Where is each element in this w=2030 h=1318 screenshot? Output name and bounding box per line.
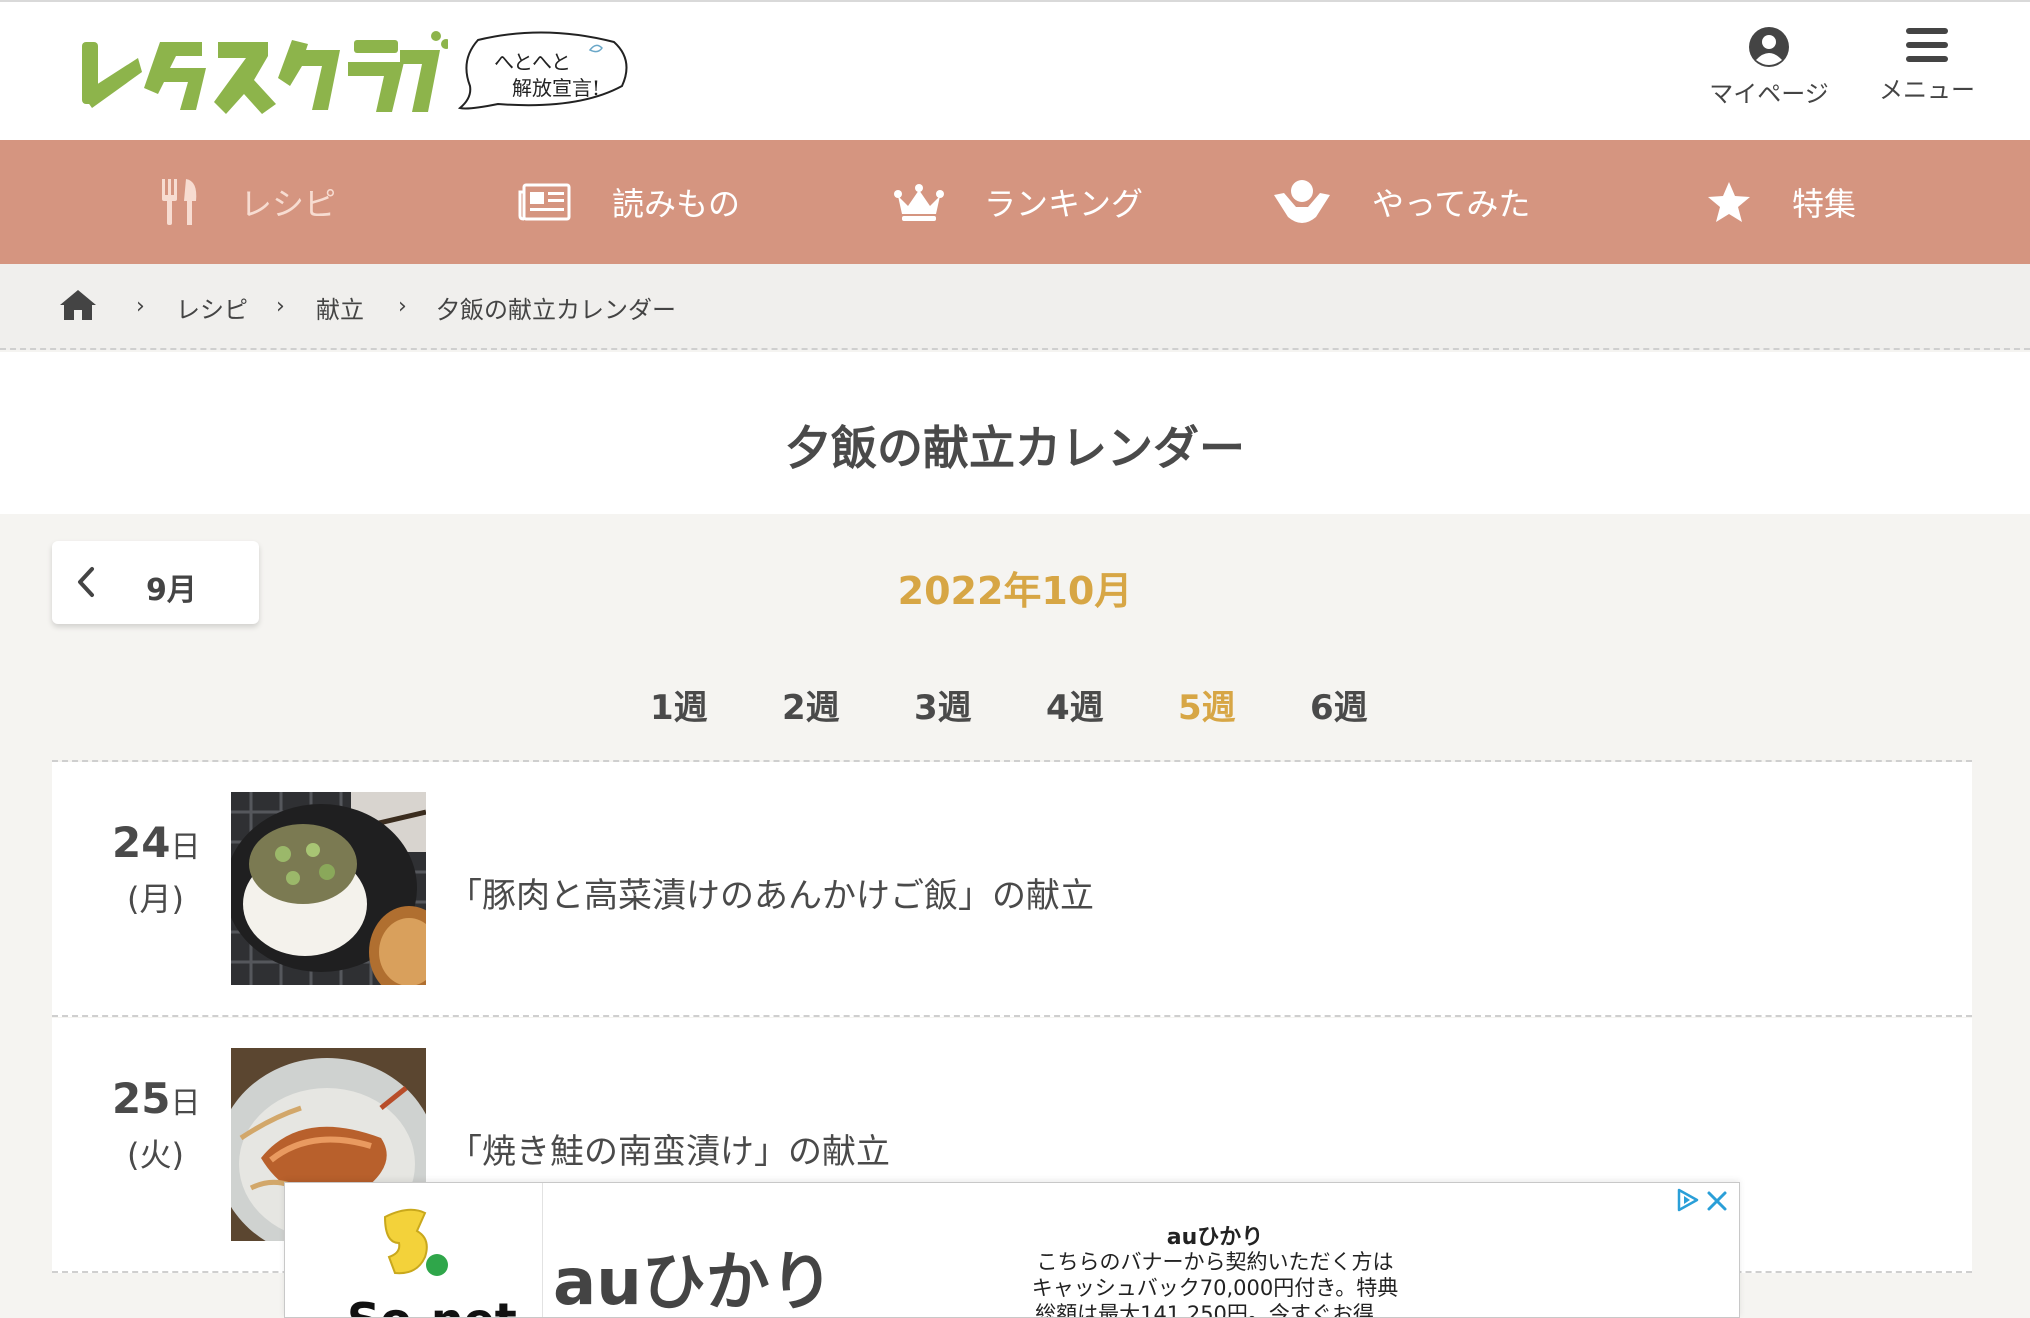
ad-description: こちらのバナーから契約いただく方は キャッシュバック70,000円付き。特典 総… [945,1249,1485,1318]
nav-item-recipe[interactable]: レシピ [160,140,336,264]
lettuce-club-logo-mark [82,31,451,114]
ad-banner[interactable]: So-net auひかり auひかり こちらのバナーから契約いただく方は キャッ… [284,1182,1740,1318]
ad-title: auひかり [1166,1225,1264,1250]
hamburger-menu-icon [1906,28,1948,62]
fork-knife-icon [162,179,197,225]
tab-week-5[interactable]: 5週 [1178,680,1236,729]
day-number-value: 25 [112,1074,171,1123]
nav-item-ranking[interactable]: ランキング [894,140,1143,264]
month-title: 2022年10月 [897,569,1133,613]
person-raising-hands-icon [1274,180,1330,223]
crown-icon [894,184,944,221]
day-weekday: (月) [127,880,184,918]
day-number-value: 24 [112,818,171,867]
tab-week-3[interactable]: 3週 [914,680,972,729]
day-weekday: (火) [127,1136,184,1174]
ad-brand: auひかり [553,1246,834,1318]
nav-item-label: 特集 [1792,185,1857,223]
star-icon [1708,182,1750,222]
nav-item-tried-it[interactable]: やってみた [1272,140,1530,264]
breadcrumb-separator-icon: › [276,294,285,319]
rice-bowl-photo [231,792,426,985]
menu-link[interactable]: 「豚肉と高菜漬けのあんかけご飯」の献立 [448,868,1094,917]
close-icon [1707,1191,1727,1211]
home-icon [60,290,96,320]
title-band: 夕飯の献立カレンダー [0,352,2030,514]
ad-description-line: こちらのバナーから契約いただく方は [1036,1250,1394,1274]
nav-item-feature[interactable]: 特集 [1706,140,1856,264]
day-suffix: 日 [170,830,201,865]
page-title: 夕飯の献立カレンダー [785,421,1245,475]
tab-week-2[interactable]: 2週 [782,680,840,729]
menu-label: メニュー [1879,76,1975,104]
nav-item-label: レシピ [240,185,337,223]
nav-item-articles[interactable]: 読みもの [518,140,740,264]
ad-description-line: 総額は最大141,250円。今すぐお得… [1035,1302,1395,1318]
breadcrumb-home[interactable] [58,288,98,326]
mypage-label: マイページ [1709,80,1829,108]
nav-item-label: 読みもの [612,185,741,223]
ad-logo: So-net [285,1183,543,1317]
breadcrumb-current: 夕飯の献立カレンダー [436,296,676,324]
tab-week-4[interactable]: 4週 [1046,680,1104,729]
tagline-line2: 解放宣言! [512,76,601,100]
tagline-line1: へとへと [494,50,571,74]
menu-link[interactable]: 「焼き鮭の南蛮漬け」の献立 [448,1124,890,1173]
day-number: 24日 [112,818,200,867]
nav-item-label: やってみた [1372,185,1531,223]
ad-close-button[interactable] [1705,1189,1729,1217]
nav-item-label: ランキング [984,185,1144,223]
ad-choices-icon [1677,1188,1699,1212]
tab-week-1[interactable]: 1週 [650,680,708,729]
day-suffix: 日 [170,1086,201,1121]
site-logo[interactable] [78,28,451,122]
breadcrumb: › レシピ › 献立 › 夕飯の献立カレンダー [0,264,2030,350]
day-number: 25日 [112,1074,200,1123]
breadcrumb-menu[interactable]: 献立 [316,290,364,325]
breadcrumb-separator-icon: › [398,294,407,319]
mypage-button[interactable]: マイページ [1704,26,1834,109]
ad-choices-button[interactable] [1675,1187,1701,1217]
breadcrumb-recipe[interactable]: レシピ [176,290,248,325]
tagline-bubble: へとへと 解放宣言! [458,30,630,112]
list-item[interactable]: 24日 (月) 「豚肉と高菜漬けのあんかけご飯」の献立 [52,762,1972,1017]
user-circle-icon [1749,27,1789,67]
ad-logo-text: So-net [347,1293,517,1317]
recipe-thumbnail[interactable] [231,792,426,985]
menu-button[interactable]: メニュー [1862,26,1992,105]
ad-description-line: キャッシュバック70,000円付き。特典 [1031,1276,1399,1300]
main-nav: レシピ 読みもの ランキング やってみた 特集 [0,140,2030,264]
site-header: へとへと 解放宣言! マイページ メニュー [0,2,2030,140]
week-tabs: 1週 2週 3週 4週 5週 6週 [0,680,2030,730]
newspaper-icon [518,183,571,221]
breadcrumb-separator-icon: › [136,294,145,319]
tab-week-6[interactable]: 6週 [1310,680,1368,729]
